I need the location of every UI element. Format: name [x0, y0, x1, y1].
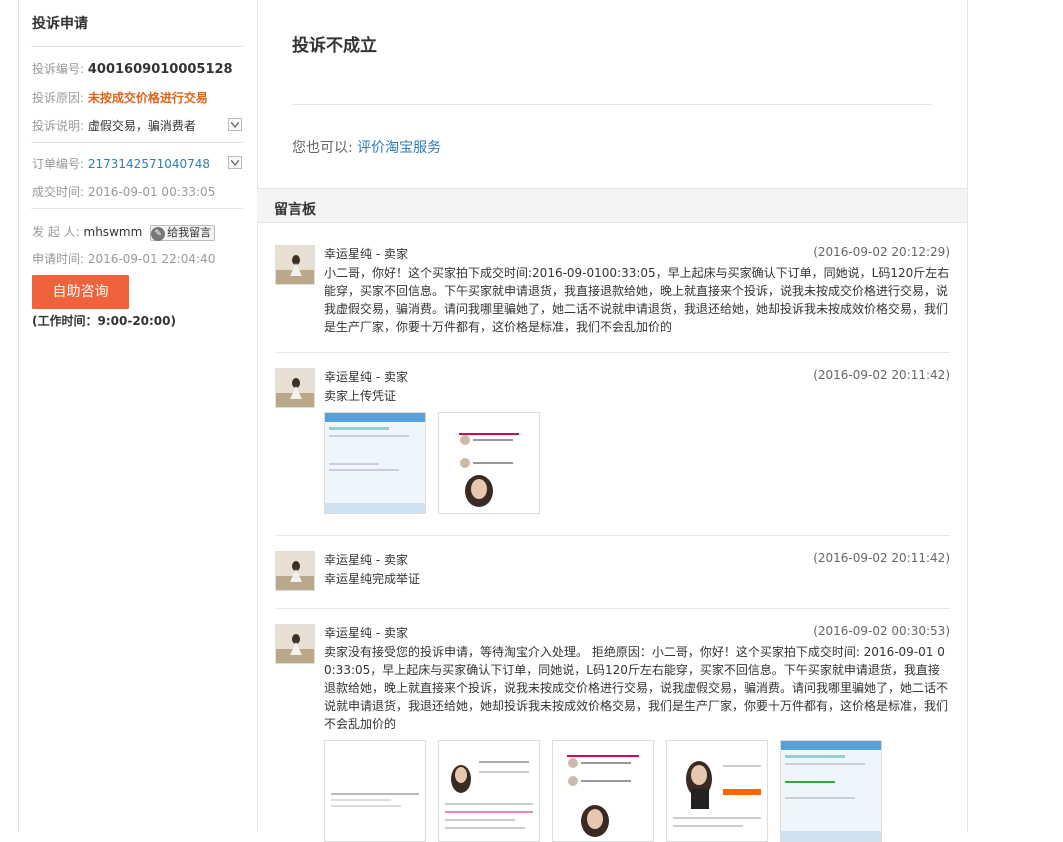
message-text: 幸运星纯完成举证: [324, 572, 421, 586]
complaint-no-value: 4001609010005128: [87, 62, 233, 77]
reason-row: 投诉原因: 未按成交价格进行交易: [32, 89, 208, 106]
evidence-thumbnail[interactable]: [552, 740, 654, 842]
message-author: 幸运星纯 - 卖家: [324, 553, 408, 567]
divider: [31, 208, 243, 209]
avatar: [275, 368, 315, 408]
apply-time-label: 申请时间:: [32, 252, 85, 266]
message-board-title: 留言板: [274, 202, 316, 218]
desc-label: 投诉说明:: [32, 119, 85, 133]
divider: [292, 104, 932, 105]
evidence-thumbnail[interactable]: [666, 740, 768, 842]
complaint-sidebar: 投诉申请 投诉编号: 4001609010005128 投诉原因: 未按成交价格…: [18, 0, 258, 832]
apply-time-value: 2016-09-01 22:04:40: [87, 252, 216, 266]
sidebar-title: 投诉申请: [32, 16, 88, 32]
complaint-no-label: 投诉编号:: [32, 62, 85, 76]
apply-time-row: 申请时间: 2016-09-01 22:04:40: [32, 250, 215, 267]
also-can-row: 您也可以: 评价淘宝服务: [292, 137, 441, 157]
evidence-thumbnail[interactable]: [324, 740, 426, 842]
chevron-down-icon: [231, 160, 239, 166]
evidence-thumbnail[interactable]: [438, 412, 540, 514]
desc-expand-toggle[interactable]: [228, 118, 242, 131]
message-time: (2016-09-02 20:11:42): [813, 551, 950, 565]
message-board-header: 留言板: [257, 188, 967, 223]
evidence-thumbnail[interactable]: [438, 740, 540, 842]
chevron-down-icon: [231, 122, 239, 128]
order-no-link[interactable]: 2173142571040748: [88, 157, 210, 171]
initiator-label: 发 起 人:: [32, 225, 80, 239]
deal-time-row: 成交时间: 2016-09-01 00:33:05: [32, 183, 215, 200]
message-text: 卖家上传凭证: [324, 389, 397, 403]
leave-message-button[interactable]: ✎ 给我留言: [150, 224, 216, 241]
initiator-row: 发 起 人: mhswmm ✎ 给我留言: [32, 223, 216, 241]
order-no-row: 订单编号: 2173142571040748: [32, 155, 210, 172]
work-hours: (工作时间：9:00-20:00): [32, 314, 176, 328]
reason-label: 投诉原因:: [32, 91, 85, 105]
order-no-label: 订单编号:: [32, 157, 85, 171]
divider: [275, 352, 950, 353]
message-text: 卖家没有接受您的投诉申请，等待淘宝介入处理。 拒绝原因：小二哥，你好！这个买家拍…: [324, 645, 949, 731]
also-prefix: 您也可以:: [292, 140, 353, 156]
order-expand-toggle[interactable]: [228, 156, 242, 169]
reason-value: 未按成交价格进行交易: [87, 91, 208, 105]
avatar: [275, 624, 315, 664]
status-title: 投诉不成立: [292, 36, 377, 56]
evidence-thumbnails: [324, 740, 882, 842]
message-icon: ✎: [151, 226, 166, 241]
divider: [31, 46, 243, 47]
self-help-consult-button[interactable]: 自助咨询: [32, 275, 129, 309]
message-author: 幸运星纯 - 卖家: [324, 247, 408, 261]
desc-value: 虚假交易，骗消费者: [87, 119, 196, 133]
avatar: [275, 245, 315, 285]
message-time: (2016-09-02 00:30:53): [813, 624, 950, 638]
leave-message-label: 给我留言: [167, 225, 212, 239]
deal-time-label: 成交时间:: [32, 185, 85, 199]
complaint-main: 投诉不成立 您也可以: 评价淘宝服务 留言板 幸运星纯 - 卖家 (2016-0…: [257, 0, 968, 842]
message-author: 幸运星纯 - 卖家: [324, 370, 408, 384]
divider: [275, 608, 950, 609]
divider: [31, 142, 243, 143]
message-author: 幸运星纯 - 卖家: [324, 626, 408, 640]
rate-service-link[interactable]: 评价淘宝服务: [357, 140, 441, 156]
message-time: (2016-09-02 20:11:42): [813, 368, 950, 382]
complaint-no-row: 投诉编号: 4001609010005128: [32, 60, 233, 77]
message-text: 小二哥，你好！这个买家拍下成交时间:2016-09-0100:33:05，早上起…: [324, 266, 950, 334]
evidence-thumbnail[interactable]: [780, 740, 882, 842]
message-time: (2016-09-02 20:12:29): [813, 245, 950, 259]
deal-time-value: 2016-09-01 00:33:05: [87, 185, 216, 199]
evidence-thumbnail[interactable]: [324, 412, 426, 514]
evidence-thumbnails: [324, 412, 540, 514]
initiator-value: mhswmm: [83, 225, 143, 239]
avatar: [275, 551, 315, 591]
desc-row: 投诉说明: 虚假交易，骗消费者: [32, 117, 196, 134]
divider: [275, 535, 950, 536]
